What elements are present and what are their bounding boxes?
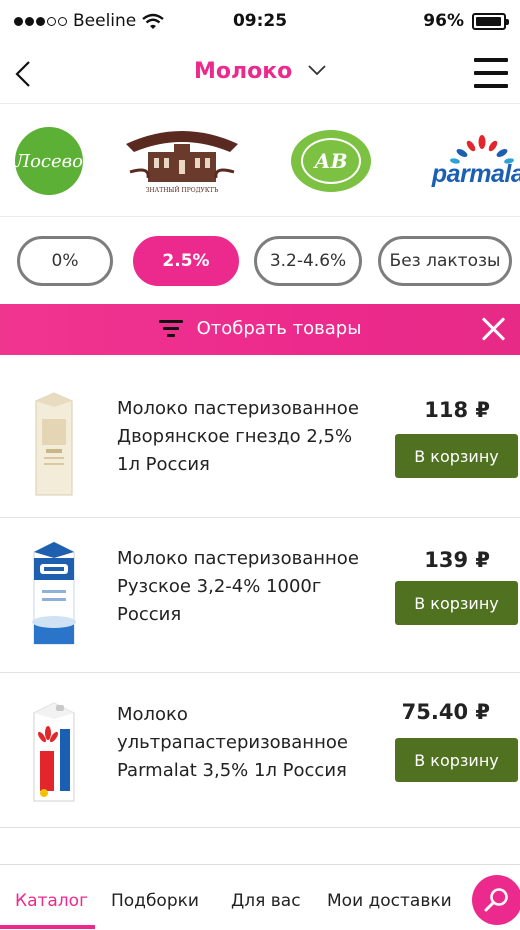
- product-image-milk-carton: [32, 541, 76, 645]
- brand-logo-losevo[interactable]: Лосево: [14, 119, 84, 203]
- brand-label-brest: Брест-Литовск: [139, 123, 225, 134]
- add-to-cart-button[interactable]: В корзину: [395, 434, 518, 478]
- brand-tagline-brest: ЗНАТНЫЙ ПРОДУКТЪ: [145, 187, 219, 194]
- hamburger-menu-icon[interactable]: [474, 58, 508, 88]
- tab-catalog[interactable]: Каталог: [15, 891, 88, 911]
- product-image-milk-carton: [33, 702, 75, 802]
- filter-chips: 0% 2.5% 3.2-4.6% Без лактозы: [0, 236, 520, 288]
- select-products-button[interactable]: Отобрать товары: [0, 318, 520, 339]
- filter-chip-lactose-free[interactable]: Без лактозы: [378, 236, 512, 286]
- filter-icon: [158, 320, 183, 337]
- tab-my-deliveries[interactable]: Мои доставки: [327, 891, 452, 911]
- filter-chip-label: 3.2-4.6%: [269, 251, 347, 271]
- filter-bar-label: Отобрать товары: [196, 318, 362, 339]
- filter-chip-0[interactable]: 0%: [17, 236, 113, 286]
- close-icon[interactable]: [480, 315, 508, 343]
- nav-header: Молоко: [0, 44, 520, 104]
- active-tab-indicator: [0, 925, 95, 929]
- brand-carousel: Лосево Брест-Литовск ЗНАТНЫЙ ПРОДУКТЪ АВ: [0, 105, 520, 217]
- product-price: 118 ₽: [424, 398, 490, 422]
- status-bar: Beeline 09:25 96%: [0, 0, 520, 44]
- tab-for-you[interactable]: Для вас: [231, 891, 301, 911]
- filter-chip-2-5[interactable]: 2.5%: [133, 236, 239, 286]
- product-image-milk-carton: [35, 392, 73, 496]
- battery-icon: [472, 12, 509, 30]
- add-to-cart-button[interactable]: В корзину: [395, 581, 518, 625]
- chevron-down-icon: [308, 65, 326, 75]
- product-row[interactable]: Молоко пастеризованное Рузское 3,2-4% 10…: [0, 518, 520, 673]
- filter-chip-label: 0%: [51, 251, 79, 271]
- brand-logo-av[interactable]: АВ: [290, 119, 372, 203]
- product-row[interactable]: Молоко пастеризованное Дворянское гнездо…: [0, 363, 520, 518]
- filter-chip-label: Без лактозы: [389, 251, 501, 271]
- product-name: Молоко ультрапастеризованное Parmalat 3,…: [117, 704, 348, 781]
- brand-label-parmalat: parmalat: [431, 159, 520, 188]
- add-to-cart-button[interactable]: В корзину: [395, 738, 518, 782]
- status-right: 96%: [423, 11, 509, 31]
- product-price: 139 ₽: [424, 548, 490, 572]
- brand-label-av: АВ: [314, 149, 348, 173]
- battery-percent: 96%: [423, 11, 464, 31]
- page-title: Молоко: [194, 59, 293, 84]
- brand-label-losevo: Лосево: [15, 150, 83, 172]
- brand-logo-parmalat[interactable]: parmalat: [422, 119, 520, 203]
- product-name: Молоко пастеризованное Дворянское гнездо…: [117, 398, 359, 475]
- product-price: 75.40 ₽: [401, 700, 490, 724]
- tab-collections[interactable]: Подборки: [111, 891, 199, 911]
- search-button[interactable]: [472, 875, 520, 925]
- product-name: Молоко пастеризованное Рузское 3,2-4% 10…: [117, 548, 359, 625]
- filter-chip-3-2-4-6[interactable]: 3.2-4.6%: [254, 236, 362, 286]
- filter-bar: Отобрать товары: [0, 304, 520, 355]
- filter-chip-label: 2.5%: [162, 251, 210, 271]
- bottom-tab-bar: Каталог Подборки Для вас Мои доставки: [0, 864, 520, 930]
- search-icon: [484, 888, 508, 912]
- brand-logo-brest-litovsk[interactable]: Брест-Литовск ЗНАТНЫЙ ПРОДУКТЪ: [120, 119, 244, 203]
- category-title-dropdown[interactable]: Молоко: [0, 59, 520, 84]
- product-row[interactable]: Молоко ультрапастеризованное Parmalat 3,…: [0, 673, 520, 828]
